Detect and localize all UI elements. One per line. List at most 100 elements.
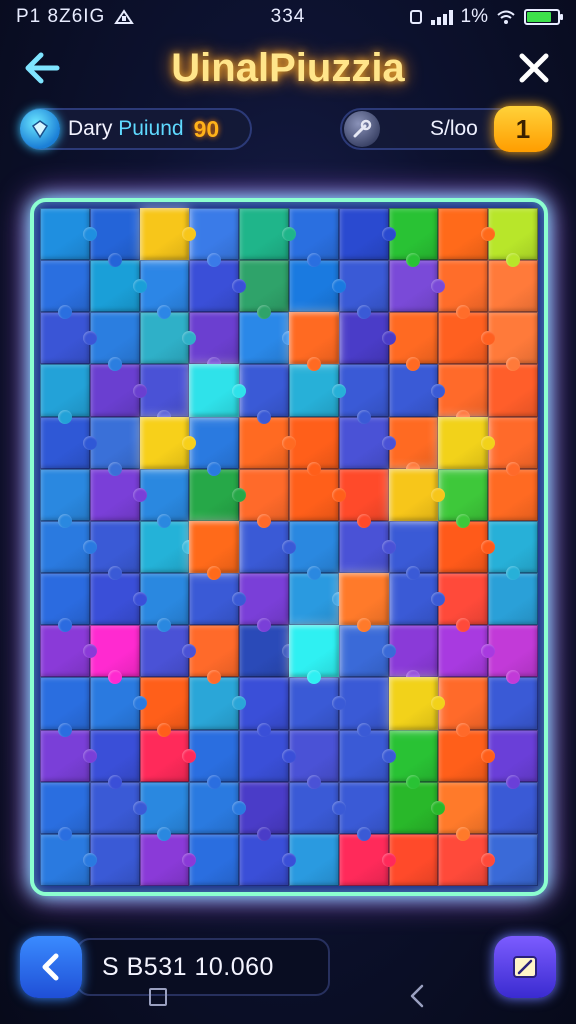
puzzle-piece[interactable] xyxy=(239,260,289,320)
puzzle-piece[interactable] xyxy=(438,260,489,320)
puzzle-piece[interactable] xyxy=(40,729,97,782)
puzzle-piece[interactable] xyxy=(139,312,197,365)
puzzle-piece[interactable] xyxy=(488,573,538,626)
puzzle-piece[interactable] xyxy=(40,312,97,365)
puzzle-piece[interactable] xyxy=(139,833,197,886)
puzzle-piece[interactable] xyxy=(338,260,389,320)
puzzle-piece[interactable] xyxy=(189,312,240,372)
puzzle-piece[interactable] xyxy=(239,468,289,528)
puzzle-piece[interactable] xyxy=(488,781,538,834)
puzzle-piece[interactable] xyxy=(89,416,140,476)
puzzle-piece[interactable] xyxy=(139,416,197,469)
puzzle-piece[interactable] xyxy=(40,833,97,886)
puzzle-piece[interactable] xyxy=(288,625,339,685)
nav-recents-icon[interactable] xyxy=(149,988,167,1006)
puzzle-piece[interactable] xyxy=(89,625,140,685)
puzzle-piece[interactable] xyxy=(288,468,346,521)
puzzle-piece[interactable] xyxy=(338,520,396,574)
puzzle-piece[interactable] xyxy=(338,781,389,841)
puzzle-piece[interactable] xyxy=(388,625,439,685)
puzzle-piece[interactable] xyxy=(139,364,190,424)
puzzle-piece[interactable] xyxy=(488,833,538,886)
puzzle-piece[interactable] xyxy=(488,208,538,268)
puzzle-piece[interactable] xyxy=(189,833,240,886)
puzzle-piece[interactable] xyxy=(388,416,439,476)
puzzle-piece[interactable] xyxy=(288,833,339,886)
puzzle-piece[interactable] xyxy=(239,364,289,424)
puzzle-piece[interactable] xyxy=(388,468,446,521)
puzzle-piece[interactable] xyxy=(288,312,339,372)
puzzle-piece[interactable] xyxy=(189,781,247,834)
puzzle-piece[interactable] xyxy=(388,833,439,886)
puzzle-piece[interactable] xyxy=(288,364,346,417)
puzzle-piece[interactable] xyxy=(438,625,496,678)
puzzle-piece[interactable] xyxy=(488,364,538,417)
puzzle-piece[interactable] xyxy=(139,208,197,261)
puzzle-piece[interactable] xyxy=(488,416,538,476)
puzzle-piece[interactable] xyxy=(189,625,240,685)
puzzle-piece[interactable] xyxy=(438,729,496,782)
puzzle-piece[interactable] xyxy=(388,208,439,268)
puzzle-piece[interactable] xyxy=(139,260,190,320)
puzzle-piece[interactable] xyxy=(239,520,296,574)
puzzle-piece[interactable] xyxy=(338,208,396,261)
nav-back-icon[interactable] xyxy=(404,982,432,1010)
puzzle-piece[interactable] xyxy=(239,312,296,365)
puzzle-piece[interactable] xyxy=(40,625,97,678)
puzzle-piece[interactable] xyxy=(288,729,339,789)
puzzle-board[interactable] xyxy=(40,208,538,886)
puzzle-piece[interactable] xyxy=(189,677,247,730)
puzzle-piece[interactable] xyxy=(388,729,439,789)
puzzle-piece[interactable] xyxy=(40,468,90,528)
puzzle-piece[interactable] xyxy=(189,416,240,476)
puzzle-piece[interactable] xyxy=(288,520,339,581)
edit-button[interactable] xyxy=(494,936,556,998)
puzzle-piece[interactable] xyxy=(189,468,247,521)
puzzle-piece[interactable] xyxy=(488,729,538,789)
puzzle-piece[interactable] xyxy=(338,468,389,528)
puzzle-piece[interactable] xyxy=(40,781,90,841)
puzzle-piece[interactable] xyxy=(239,416,296,469)
close-button[interactable] xyxy=(512,46,556,90)
puzzle-piece[interactable] xyxy=(488,625,538,685)
puzzle-piece[interactable] xyxy=(89,312,140,372)
puzzle-piece[interactable] xyxy=(239,677,289,737)
puzzle-piece[interactable] xyxy=(89,781,147,834)
puzzle-piece[interactable] xyxy=(89,260,147,313)
puzzle-piece[interactable] xyxy=(338,625,396,678)
puzzle-piece[interactable] xyxy=(438,468,489,528)
puzzle-piece[interactable] xyxy=(388,781,446,834)
puzzle-piece[interactable] xyxy=(338,677,389,737)
puzzle-piece[interactable] xyxy=(40,573,90,633)
puzzle-piece[interactable] xyxy=(189,208,240,268)
puzzle-piece[interactable] xyxy=(438,781,489,841)
puzzle-piece[interactable] xyxy=(40,677,90,737)
puzzle-piece[interactable] xyxy=(338,416,396,469)
puzzle-piece[interactable] xyxy=(438,573,489,633)
puzzle-piece[interactable] xyxy=(488,260,538,313)
puzzle-piece[interactable] xyxy=(288,677,346,730)
puzzle-piece[interactable] xyxy=(288,573,346,626)
puzzle-piece[interactable] xyxy=(89,468,147,521)
puzzle-piece[interactable] xyxy=(288,208,339,268)
puzzle-piece[interactable] xyxy=(89,573,147,626)
puzzle-piece[interactable] xyxy=(239,573,289,633)
puzzle-piece[interactable] xyxy=(139,468,190,528)
puzzle-piece[interactable] xyxy=(338,364,389,424)
puzzle-piece[interactable] xyxy=(438,208,496,261)
puzzle-piece[interactable] xyxy=(388,312,439,372)
puzzle-piece[interactable] xyxy=(239,625,296,678)
puzzle-piece[interactable] xyxy=(40,520,97,574)
puzzle-piece[interactable] xyxy=(438,416,496,469)
puzzle-piece[interactable] xyxy=(288,781,346,834)
puzzle-piece[interactable] xyxy=(388,677,446,730)
puzzle-piece[interactable] xyxy=(89,520,140,581)
puzzle-piece[interactable] xyxy=(338,312,396,365)
puzzle-piece[interactable] xyxy=(288,416,339,476)
puzzle-piece[interactable] xyxy=(438,677,489,737)
puzzle-piece[interactable] xyxy=(388,364,446,417)
puzzle-piece[interactable] xyxy=(438,364,489,424)
puzzle-piece[interactable] xyxy=(488,312,538,372)
puzzle-piece[interactable] xyxy=(139,573,190,633)
puzzle-piece[interactable] xyxy=(89,833,140,886)
